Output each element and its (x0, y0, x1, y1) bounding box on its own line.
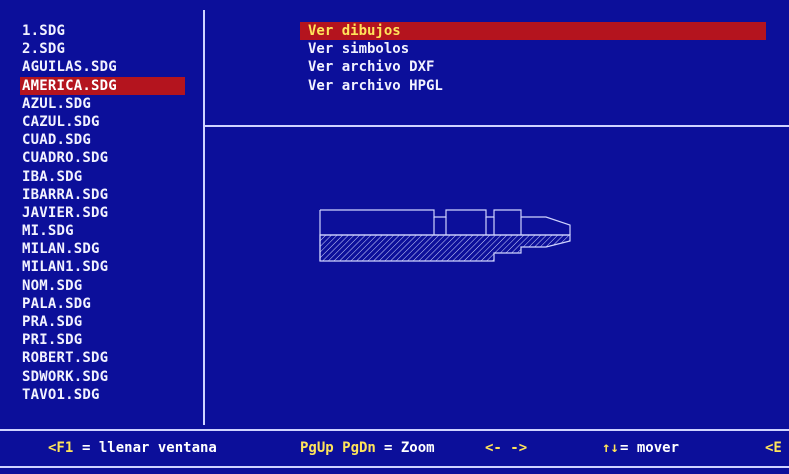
file-item[interactable]: CAZUL.SDG (20, 113, 185, 131)
horizontal-divider (205, 125, 789, 127)
file-item[interactable]: CUADRO.SDG (20, 149, 185, 167)
zoom-hint: = Zoom (384, 440, 435, 456)
file-item[interactable]: AMERICA.SDG (20, 76, 185, 95)
file-item[interactable]: SDWORK.SDG (20, 368, 185, 386)
file-item[interactable]: TAVO1.SDG (20, 386, 185, 404)
file-list: 1.SDG 2.SDG AGUILAS.SDG AMERICA.SDG AZUL.SDG… (20, 22, 185, 404)
menu-item[interactable]: Ver dibujos (300, 22, 766, 41)
menu-item[interactable]: Ver archivo DXF (300, 58, 766, 76)
file-item[interactable]: PRI.SDG (20, 331, 185, 349)
zoom-keys: PgUp PgDn (300, 440, 376, 456)
vertical-divider (203, 10, 205, 425)
file-item[interactable]: NOM.SDG (20, 277, 185, 295)
file-item[interactable]: 1.SDG (20, 22, 185, 40)
file-item[interactable]: MI.SDG (20, 222, 185, 240)
left-right-arrows: <- -> (485, 440, 528, 456)
file-item[interactable]: AZUL.SDG (20, 95, 185, 113)
file-item[interactable]: IBARRA.SDG (20, 186, 185, 204)
menu-item[interactable]: Ver simbolos (300, 40, 766, 58)
drawing-preview (319, 209, 571, 262)
file-item[interactable]: MILAN1.SDG (20, 258, 185, 276)
hatched-section (319, 234, 571, 262)
trailing-key: <E (765, 440, 782, 456)
f1-key: <F1 (48, 440, 74, 456)
file-item[interactable]: ROBERT.SDG (20, 349, 185, 367)
status-divider-bottom (0, 466, 789, 468)
file-item[interactable]: MILAN.SDG (20, 240, 185, 258)
file-item[interactable]: PRA.SDG (20, 313, 185, 331)
status-bar: <F1 = llenar ventana PgUp PgDn = Zoom <-… (0, 433, 789, 463)
view-menu: Ver dibujos Ver simbolos Ver archivo DXF Ve… (300, 22, 766, 95)
up-down-arrows: ↑↓ (602, 440, 619, 456)
f1-hint: = llenar ventana (82, 440, 217, 456)
status-divider-top (0, 429, 789, 431)
file-item[interactable]: PALA.SDG (20, 295, 185, 313)
app-screen: 1.SDG 2.SDG AGUILAS.SDG AMERICA.SDG AZUL.SDG… (0, 0, 789, 474)
file-item[interactable]: JAVIER.SDG (20, 204, 185, 222)
file-item[interactable]: CUAD.SDG (20, 131, 185, 149)
file-item[interactable]: AGUILAS.SDG (20, 58, 185, 76)
file-item[interactable]: 2.SDG (20, 40, 185, 58)
move-hint: = mover (620, 440, 680, 456)
file-item[interactable]: IBA.SDG (20, 168, 185, 186)
menu-item[interactable]: Ver archivo HPGL (300, 77, 766, 95)
